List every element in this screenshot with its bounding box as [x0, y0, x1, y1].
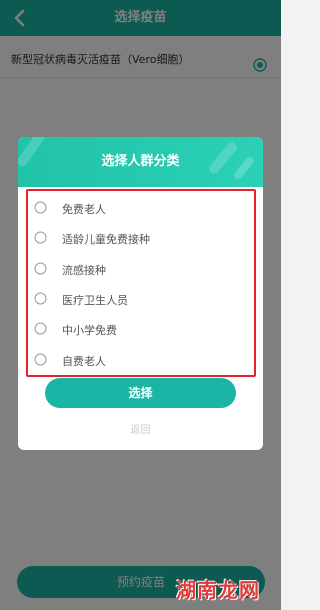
select-button-label: 选择	[128, 386, 153, 400]
option-label: 自费老人	[62, 355, 106, 368]
option-self-paid-elderly[interactable]: 自费老人	[32, 347, 242, 373]
option-label: 适龄儿童免费接种	[62, 233, 150, 246]
dialog-header: 选择人群分类	[18, 137, 263, 187]
dialog-title: 选择人群分类	[101, 154, 180, 169]
option-children-free[interactable]: 适龄儿童免费接种	[32, 225, 242, 251]
select-button[interactable]: 选择	[45, 378, 236, 408]
return-link[interactable]: 返回	[18, 421, 263, 439]
radio-unchecked-icon[interactable]	[34, 353, 47, 366]
option-school-free[interactable]: 中小学免费	[32, 316, 242, 342]
option-flu[interactable]: 流感接种	[32, 256, 242, 282]
option-label: 流感接种	[62, 264, 106, 277]
site-watermark: 湖南龙网	[176, 578, 260, 602]
group-category-dialog: 选择人群分类 免费老人 适龄儿童免费接种 流感接种 医疗卫生人员 中小学免费 自…	[18, 137, 263, 450]
radio-unchecked-icon[interactable]	[34, 231, 47, 244]
option-free-elderly[interactable]: 免费老人	[32, 195, 242, 221]
option-label: 中小学免费	[62, 324, 117, 337]
option-medical-staff[interactable]: 医疗卫生人员	[32, 286, 242, 312]
radio-unchecked-icon[interactable]	[34, 262, 47, 275]
radio-unchecked-icon[interactable]	[34, 292, 47, 305]
option-label: 医疗卫生人员	[62, 294, 128, 307]
radio-unchecked-icon[interactable]	[34, 322, 47, 335]
radio-unchecked-icon[interactable]	[34, 201, 47, 214]
option-label: 免费老人	[62, 203, 106, 216]
